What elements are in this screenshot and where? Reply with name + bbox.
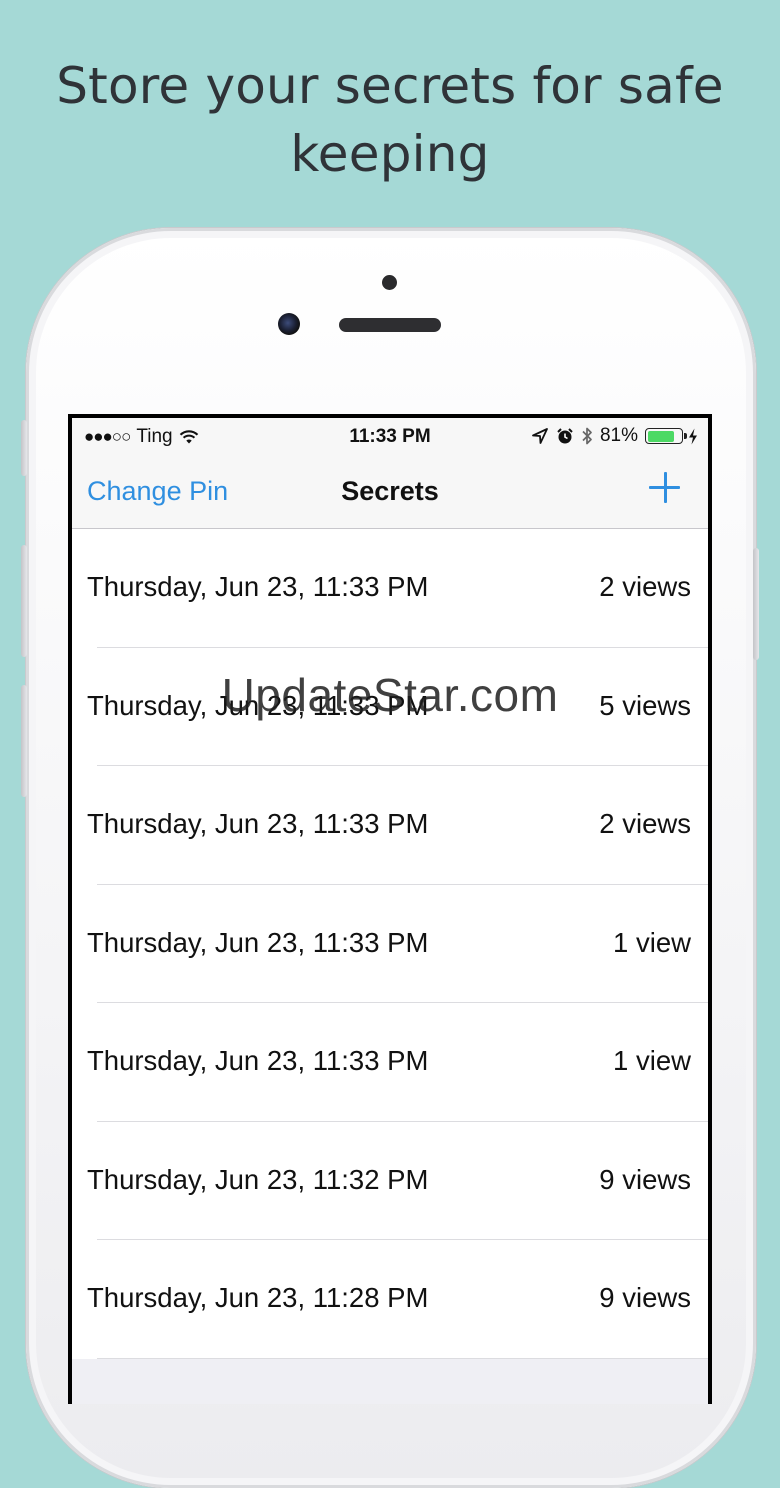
secret-view-count: 9 views <box>599 1163 691 1195</box>
navigation-bar: Change Pin Secrets <box>72 456 708 529</box>
power-button <box>753 548 759 660</box>
secret-view-count: 1 view <box>613 926 691 958</box>
secret-row[interactable]: Thursday, Jun 23, 11:33 PM 1 view <box>72 884 708 1003</box>
headline: Store your secrets for safe keeping <box>56 57 724 183</box>
status-bar: ●●●○○ Ting 11:33 PM 81% <box>72 418 708 456</box>
secret-date: Thursday, Jun 23, 11:33 PM <box>87 1045 429 1076</box>
secret-row[interactable]: Thursday, Jun 23, 11:28 PM 9 views <box>72 1240 708 1359</box>
secret-row[interactable]: Thursday, Jun 23, 11:33 PM 2 views <box>72 529 708 648</box>
proximity-sensor <box>382 275 397 290</box>
secret-date: Thursday, Jun 23, 11:33 PM <box>87 689 429 721</box>
location-arrow-icon <box>532 428 548 444</box>
front-camera <box>278 313 300 335</box>
secret-date: Thursday, Jun 23, 11:33 PM <box>87 808 429 839</box>
silent-switch <box>21 420 27 476</box>
charging-bolt-icon <box>689 428 697 444</box>
secret-row[interactable]: Thursday, Jun 23, 11:33 PM 5 views <box>72 647 708 766</box>
secret-date: Thursday, Jun 23, 11:33 PM <box>87 571 429 602</box>
secret-row[interactable]: Thursday, Jun 23, 11:33 PM 1 view <box>72 1003 708 1122</box>
battery-percent: 81% <box>599 425 638 446</box>
bluetooth-icon <box>582 427 592 445</box>
secret-view-count: 5 views <box>599 689 691 721</box>
battery-fill <box>647 430 675 442</box>
secret-view-count: 2 views <box>599 571 691 602</box>
app-screen: ●●●○○ Ting 11:33 PM 81% Change Pin Secre… <box>72 418 708 1404</box>
secret-view-count: 2 views <box>599 808 691 839</box>
volume-down-button <box>21 685 27 797</box>
secret-row[interactable]: Thursday, Jun 23, 11:33 PM 2 views <box>72 766 708 885</box>
secret-date: Thursday, Jun 23, 11:32 PM <box>87 1163 429 1195</box>
status-right: 81% <box>531 425 698 447</box>
secret-view-count: 9 views <box>599 1282 691 1313</box>
plus-icon[interactable] <box>648 470 682 504</box>
secret-date: Thursday, Jun 23, 11:28 PM <box>87 1282 429 1313</box>
phone-screen: ●●●○○ Ting 11:33 PM 81% Change Pin Secre… <box>68 414 712 1404</box>
secret-view-count: 1 view <box>613 1045 691 1076</box>
battery-icon <box>645 428 687 444</box>
nav-title: Secrets <box>341 476 439 506</box>
secret-row[interactable]: Thursday, Jun 23, 11:32 PM 9 views <box>72 1121 708 1240</box>
volume-up-button <box>21 545 27 657</box>
earpiece-speaker <box>339 318 441 332</box>
secret-date: Thursday, Jun 23, 11:33 PM <box>87 926 429 958</box>
secrets-list: Thursday, Jun 23, 11:33 PM 2 views Thursda… <box>72 529 708 1359</box>
alarm-icon <box>557 428 573 444</box>
